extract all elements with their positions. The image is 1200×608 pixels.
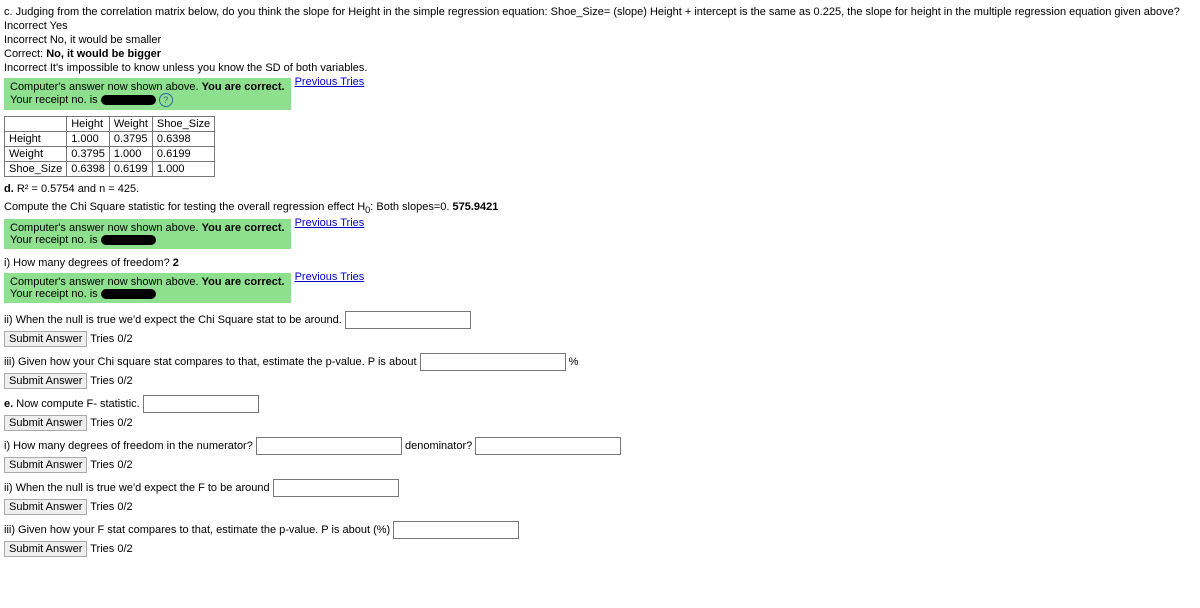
tries-label: Tries 0/2 (90, 375, 132, 387)
question-e-i-text: i) How many degrees of freedom in the nu… (4, 440, 253, 452)
question-d-stats: d. R² = 0.5754 and n = 425. (4, 183, 1196, 195)
question-d-iii-text: iii) Given how your Chi square stat comp… (4, 356, 417, 368)
f-pvalue-input[interactable] (393, 521, 519, 539)
question-d-compute: Compute the Chi Square statistic for tes… (4, 201, 1196, 215)
previous-tries-link[interactable]: Previous Tries (295, 271, 365, 283)
feedback-box-d: Computer's answer now shown above. You a… (4, 219, 291, 249)
f-expected-input[interactable] (273, 479, 399, 497)
submit-button[interactable]: Submit Answer (4, 457, 87, 473)
question-e-text: e. e. Now compute F- statistic.Now compu… (4, 398, 140, 410)
feedback-box-c: Computer's answer now shown above. You a… (4, 78, 291, 110)
chi-expected-input[interactable] (345, 311, 471, 329)
question-c-option4: Incorrect It's impossible to know unless… (4, 62, 1196, 74)
df-denominator-input[interactable] (475, 437, 621, 455)
redacted-receipt (101, 95, 156, 105)
question-e-iii-text: iii) Given how your F stat compares to t… (4, 524, 390, 536)
correlation-matrix: Height Weight Shoe_Size Height 1.000 0.3… (4, 116, 215, 177)
tries-label: Tries 0/2 (90, 543, 132, 555)
question-d-ii-text: ii) When the null is true we'd expect th… (4, 314, 342, 326)
previous-tries-link[interactable]: Previous Tries (295, 217, 365, 229)
tries-label: Tries 0/2 (90, 333, 132, 345)
chi-pvalue-input[interactable] (420, 353, 566, 371)
question-c-prompt: c. Judging from the correlation matrix b… (4, 6, 1196, 18)
submit-button[interactable]: Submit Answer (4, 499, 87, 515)
tries-label: Tries 0/2 (90, 459, 132, 471)
submit-button[interactable]: Submit Answer (4, 541, 87, 557)
submit-button[interactable]: Submit Answer (4, 415, 87, 431)
question-c-option1: Incorrect Yes (4, 20, 1196, 32)
tries-label: Tries 0/2 (90, 501, 132, 513)
percent-unit: % (569, 356, 579, 368)
f-stat-input[interactable] (143, 395, 259, 413)
redacted-receipt (101, 235, 156, 245)
redacted-receipt (101, 289, 156, 299)
question-c-option2: Incorrect No, it would be smaller (4, 34, 1196, 46)
feedback-box-di: Computer's answer now shown above. You a… (4, 273, 291, 303)
question-e-ii-text: ii) When the null is true we'd expect th… (4, 482, 270, 494)
df-numerator-input[interactable] (256, 437, 402, 455)
question-c-option3: Correct: No, it would be bigger (4, 48, 1196, 60)
denominator-label: denominator? (405, 440, 472, 452)
previous-tries-link[interactable]: Previous Tries (295, 76, 365, 88)
question-d-i: i) How many degrees of freedom? 2 (4, 257, 1196, 269)
tries-label: Tries 0/2 (90, 417, 132, 429)
submit-button[interactable]: Submit Answer (4, 373, 87, 389)
help-icon[interactable]: ? (159, 93, 173, 107)
submit-button[interactable]: Submit Answer (4, 331, 87, 347)
